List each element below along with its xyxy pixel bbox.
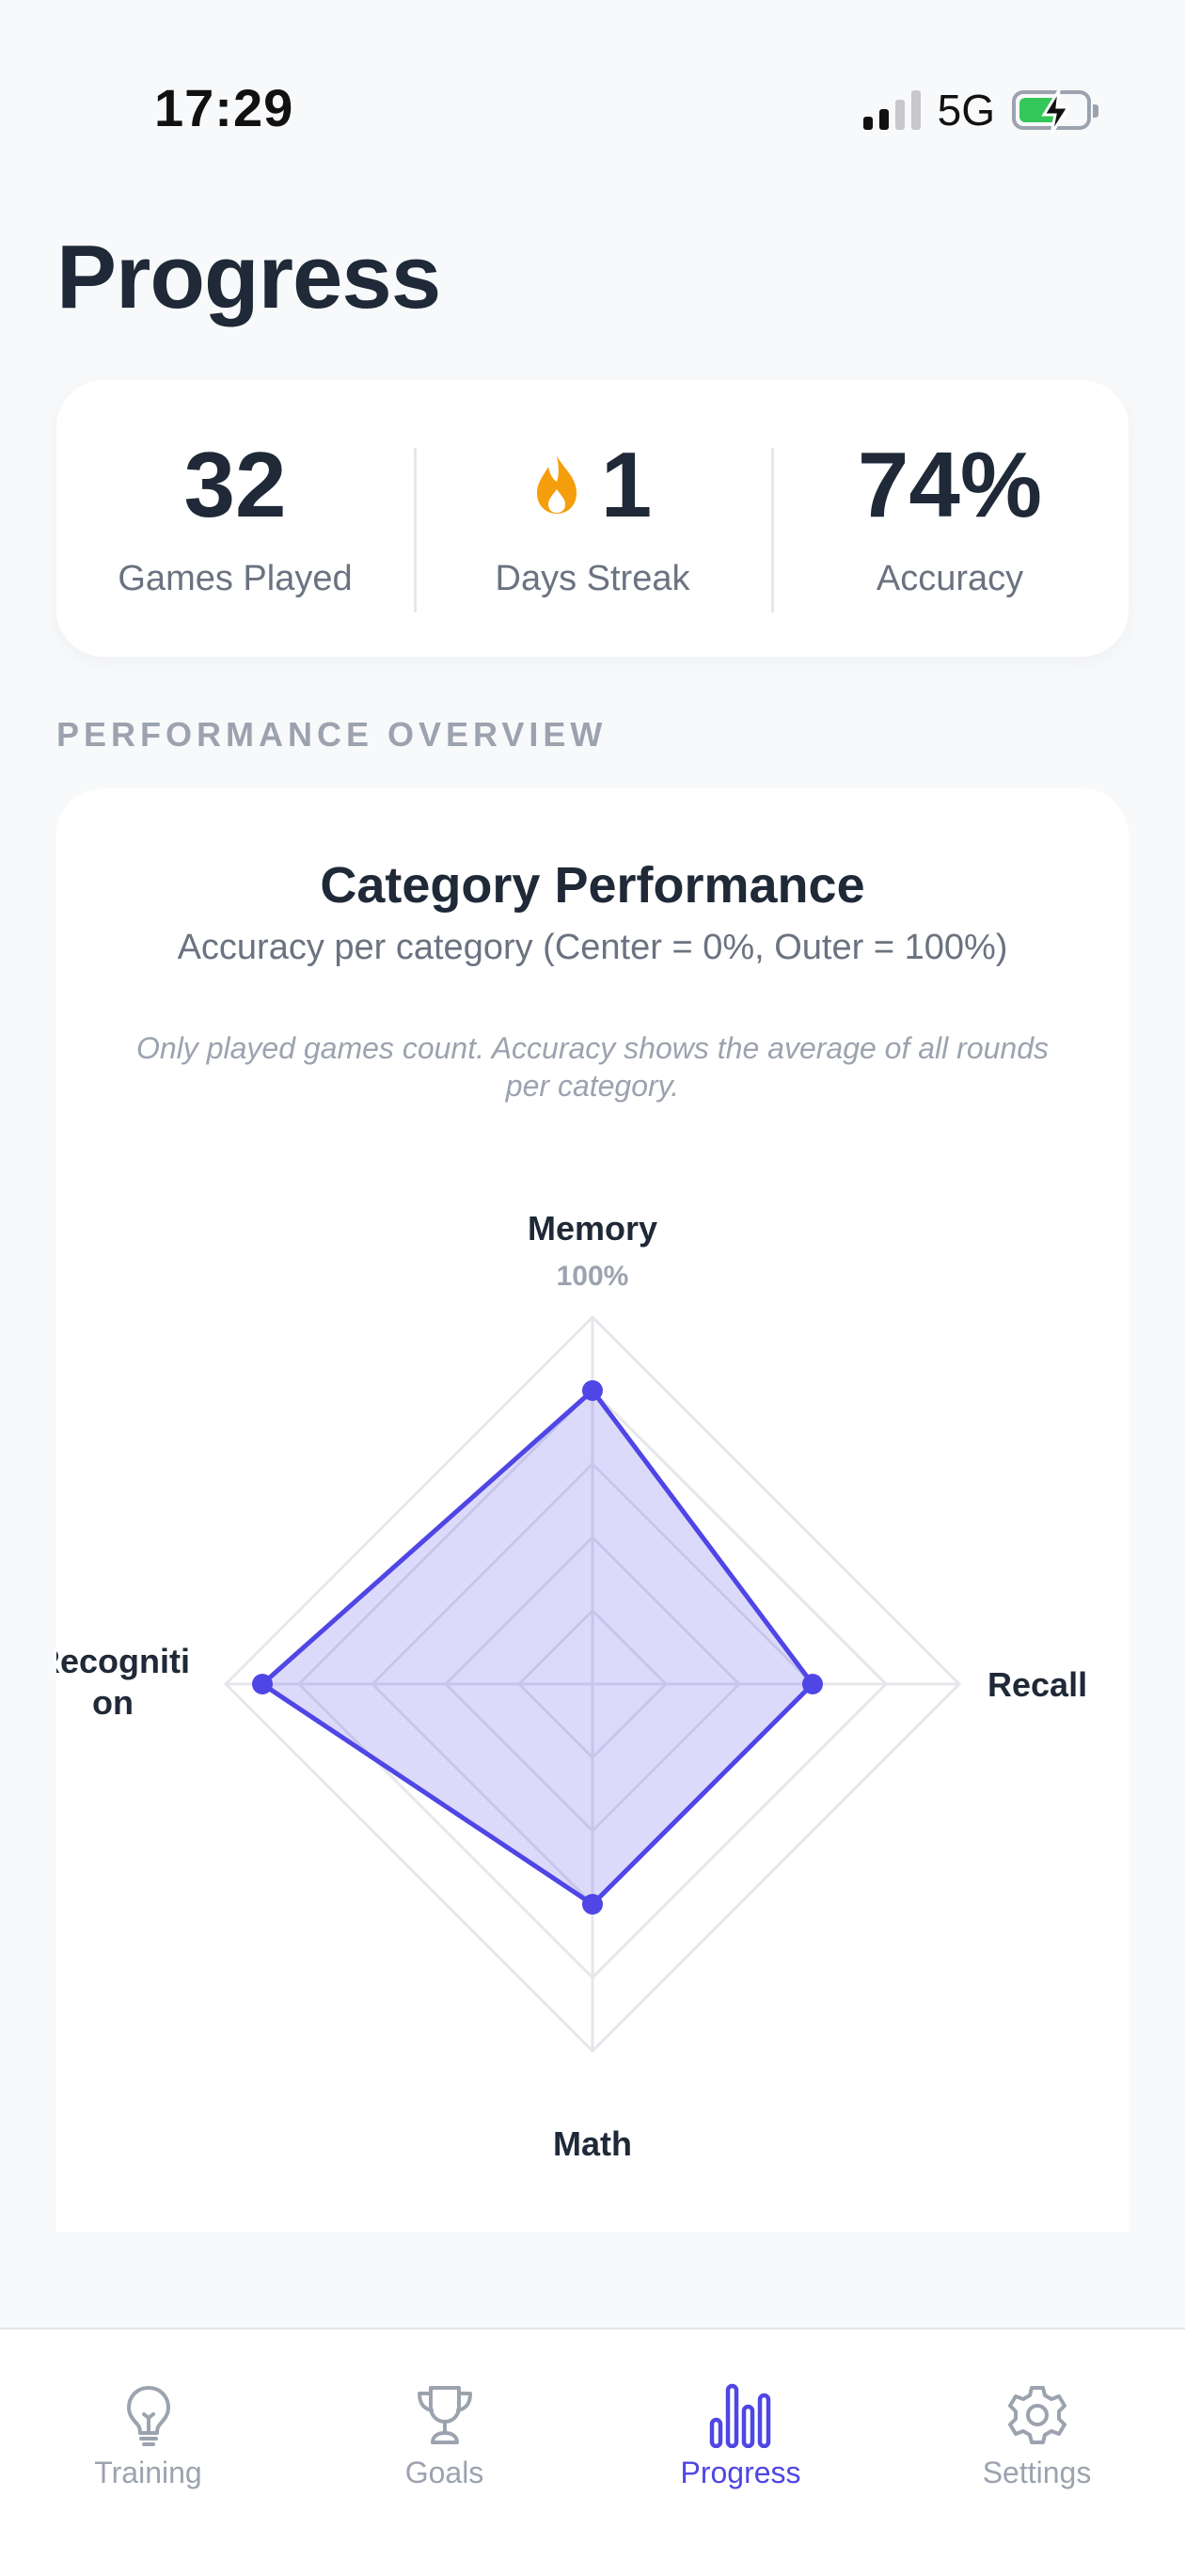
lightbulb-icon [126,2386,170,2446]
stat-label: Accuracy [876,558,1024,598]
axis-label-memory: Memory [528,1209,657,1248]
flame-icon [536,454,577,514]
scale-label: 100% [557,1261,629,1292]
tab-progress[interactable]: Progress [592,2330,889,2576]
stat-value: 32 [183,432,287,536]
stat-value: 74% [857,432,1043,536]
series-area [260,1388,815,1907]
stat-accuracy: 74% Accuracy [771,432,1129,612]
chart-card: Category Performance Accuracy per catego… [56,788,1129,2232]
tab-bar: Training Goals Progress Settings [0,2328,1185,2576]
status-indicators: 5G [862,86,1098,135]
trophy-icon [417,2386,472,2444]
gear-icon [1007,2386,1066,2444]
status-bar: 17:29 5G [0,0,1185,216]
tab-settings[interactable]: Settings [889,2330,1185,2576]
page-title: Progress [56,227,441,327]
bar-chart-icon [709,2383,770,2448]
axis-label-recall: Recall [988,1665,1087,1704]
tab-goals[interactable]: Goals [296,2330,592,2576]
stats-card: 32 Games Played 1 Days Streak 74% Accura… [56,380,1129,657]
axis-label-math: Math [553,2124,632,2163]
stat-days-streak: 1 Days Streak [414,432,771,612]
data-point [252,1674,273,1694]
status-time: 17:29 [154,78,294,137]
tab-label: Training [94,2456,202,2489]
battery-icon [1012,90,1098,134]
data-point [582,1894,603,1915]
tab-label: Settings [982,2456,1092,2489]
stat-label: Days Streak [495,558,690,598]
stat-value: 1 [600,432,653,536]
data-point [582,1380,603,1401]
stat-games-played: 32 Games Played [56,438,414,599]
network-label: 5G [937,86,995,135]
section-label: PERFORMANCE OVERVIEW [56,715,608,754]
tab-training[interactable]: Training [0,2330,296,2576]
data-point [802,1674,823,1694]
tab-label: Goals [404,2456,484,2489]
stat-label: Games Played [118,558,353,598]
tab-label: Progress [680,2456,801,2489]
radar-chart: Memory 100% Recall Math Recognition [56,1209,1087,2163]
axis-label-recognition: Recognition [56,1642,190,1722]
signal-icon [862,90,921,130]
